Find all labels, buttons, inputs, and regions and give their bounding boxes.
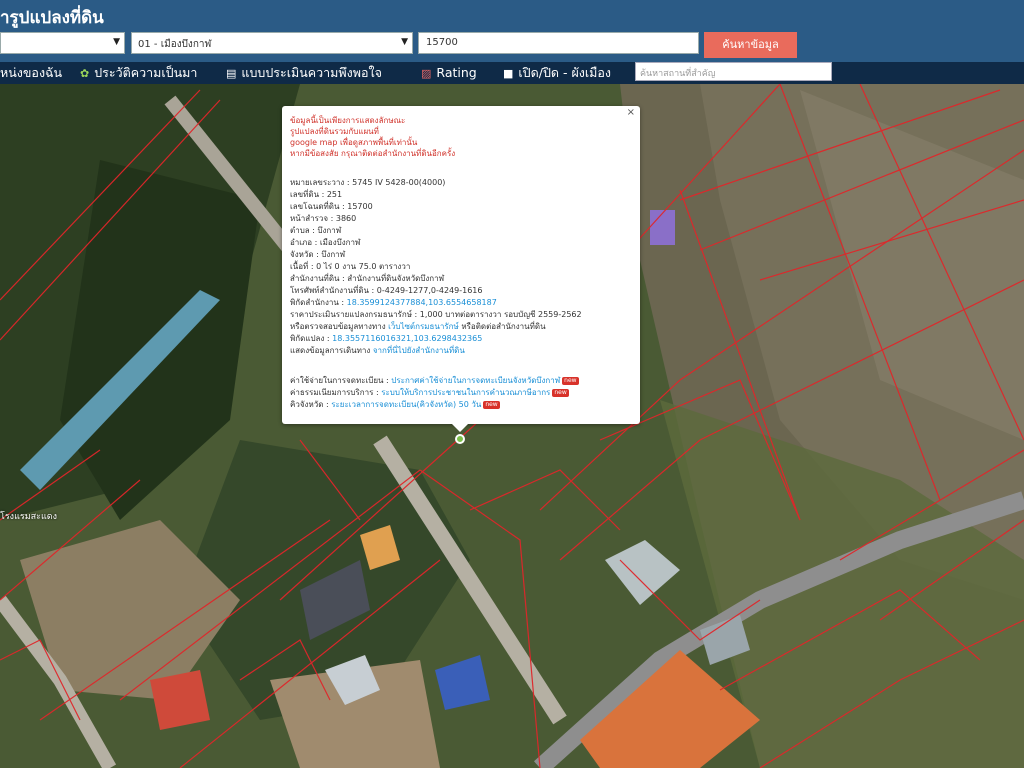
detail-parcel-coordinates: พิกัดแปลง : 18.3557116016321,103.6298432…: [290, 334, 482, 345]
new-badge: new: [552, 388, 569, 397]
disclaimer-line: google map เพื่อดูสภาพพื้นที่เท่านั้น: [290, 138, 418, 147]
district-select-value: 01 - เมืองบึงกาฬ: [138, 39, 212, 50]
detail-deed-number: เลขโฉนดที่ดิน : 15700: [290, 202, 373, 211]
service-label: ค่าใช้จ่ายในการจดทะเบียน :: [290, 376, 392, 385]
header-bar: ารูปแปลงที่ดิน ▼ 01 - เมืองบึงกาฬ ▼ 1570…: [0, 0, 1024, 62]
detail-land-office: สำนักงานที่ดิน : สำนักงานที่ดินจังหวัดบึ…: [290, 274, 445, 283]
service-queue: คิวจังหวัด : ระยะเวลาการจดทะเบียน(คิวจัง…: [290, 400, 500, 411]
service-link[interactable]: ระยะเวลาการจดทะเบียน(คิวจังหวัด) 50 วัน: [331, 400, 481, 409]
square-icon: ■: [503, 67, 514, 80]
toolbar: หน่งของฉัน ✿ ประวัติความเป็นมา ▤ แบบประเมิ…: [0, 62, 1024, 84]
chevron-down-icon: ▼: [113, 37, 120, 47]
parcel-info-popup: × ข้อมูลนี้เป็นเพียงการแสดงลักษณะ รูปแปล…: [282, 106, 640, 432]
service-label: คิวจังหวัด :: [290, 400, 332, 409]
check-suffix: หรือติดต่อสำนักงานที่ดิน: [458, 322, 546, 331]
province-select[interactable]: ▼: [0, 32, 125, 54]
detail-office-phone: โทรศัพท์สำนักงานที่ดิน : 0-4249-1277,0-4…: [290, 286, 483, 295]
place-search-input[interactable]: ค้นหาสถานที่สำคัญ: [635, 62, 832, 81]
toolbar-item-zoning-toggle[interactable]: ■ เปิด/ปิด - ผังเมือง: [503, 65, 611, 82]
detail-province: จังหวัด : บึงกาฬ: [290, 250, 346, 259]
new-badge: new: [483, 400, 500, 409]
close-icon[interactable]: ×: [627, 107, 635, 119]
toolbar-item-label: ประวัติความเป็นมา: [94, 65, 198, 80]
chevron-down-icon: ▼: [401, 37, 408, 47]
document-icon: ▤: [226, 67, 237, 80]
detail-land-number: เลขที่ดิน : 251: [290, 190, 343, 199]
detail-appraisal: ราคาประเมินรายแปลงกรมธนารักษ์ : 1,000 บา…: [290, 310, 582, 319]
toolbar-item-label: เปิด/ปิด - ผังเมือง: [518, 65, 612, 80]
toolbar-item-location[interactable]: หน่งของฉัน: [0, 65, 62, 81]
service-link[interactable]: ประกาศค่าใช้จ่ายในการจดทะเบียนจังหวัดบึง…: [391, 376, 560, 385]
check-prefix: หรือตรวจสอบข้อมูลทางทาง: [290, 322, 389, 331]
toolbar-item-survey[interactable]: ▤ แบบประเมินความพึงพอใจ: [226, 65, 382, 82]
parcel-number-input[interactable]: 15700: [418, 32, 699, 54]
search-button[interactable]: ค้นหาข้อมูล: [704, 32, 797, 58]
detail-survey-page: หน้าสำรวจ : 3860: [290, 214, 357, 223]
toolbar-item-rating[interactable]: ▨ Rating: [421, 65, 477, 82]
page-title: ารูปแปลงที่ดิน: [0, 8, 104, 28]
disclaimer-line: ข้อมูลนี้เป็นเพียงการแสดงลักษณะ: [290, 116, 406, 125]
route-label: แสดงข้อมูลการเดินทาง: [290, 346, 373, 355]
service-registration-fee: ค่าใช้จ่ายในการจดทะเบียน : ประกาศค่าใช้จ…: [290, 376, 579, 387]
chart-icon: ▨: [421, 67, 432, 80]
treasury-website-link[interactable]: เว็บไซต์กรมธนารักษ์: [388, 322, 459, 331]
new-badge: new: [562, 376, 579, 385]
toolbar-item-history[interactable]: ✿ ประวัติความเป็นมา: [80, 65, 197, 82]
detail-area: เนื้อที่ : 0 ไร่ 0 งาน 75.0 ตารางวา: [290, 262, 411, 271]
map-place-label: โรงแรมสะแดง: [0, 512, 57, 522]
parcel-coord-link[interactable]: 18.3557116016321,103.6298432365: [332, 334, 482, 343]
detail-map-sheet: หมายเลขระวาง : 5745 IV 5428-00(4000): [290, 178, 446, 187]
parcel-marker-pin[interactable]: [455, 434, 465, 444]
detail-office-coordinates: พิกัดสำนักงาน : 18.3599124377884,103.655…: [290, 298, 497, 309]
toolbar-item-label: Rating: [436, 65, 477, 80]
toolbar-item-label: หน่งของฉัน: [0, 65, 63, 80]
service-link[interactable]: ระบบให้บริการประชาชนในการคำนวณภาษีอากร: [381, 388, 550, 397]
disclaimer-line: รูปแปลงที่ดินรวมกับแผนที่: [290, 127, 379, 136]
office-coord-label: พิกัดสำนักงาน :: [290, 298, 347, 307]
toolbar-item-label: แบบประเมินความพึงพอใจ: [241, 65, 382, 80]
detail-route: แสดงข้อมูลการเดินทาง จากที่นี่ไปยังสำนัก…: [290, 346, 465, 357]
detail-subdistrict: ตำบล : บึงกาฬ: [290, 226, 342, 235]
district-select[interactable]: 01 - เมืองบึงกาฬ ▼: [131, 32, 413, 54]
popup-pointer: [452, 424, 468, 432]
detail-check-info: หรือตรวจสอบข้อมูลทางทาง เว็บไซต์กรมธนารั…: [290, 322, 546, 333]
office-coord-link[interactable]: 18.3599124377884,103.6554658187: [347, 298, 497, 307]
detail-district: อำเภอ : เมืองบึงกาฬ: [290, 238, 361, 247]
route-link[interactable]: จากที่นี่ไปยังสำนักงานที่ดิน: [373, 346, 465, 355]
service-tax-calc: ค่าธรรมเนียมการบริการ : ระบบให้บริการประ…: [290, 388, 569, 399]
plant-icon: ✿: [80, 67, 90, 80]
service-label: ค่าธรรมเนียมการบริการ :: [290, 388, 382, 397]
disclaimer-line: หากมีข้อสงสัย กรุณาติดต่อสำนักงานที่ดินอ…: [290, 149, 456, 158]
parcel-coord-label: พิกัดแปลง :: [290, 334, 333, 343]
